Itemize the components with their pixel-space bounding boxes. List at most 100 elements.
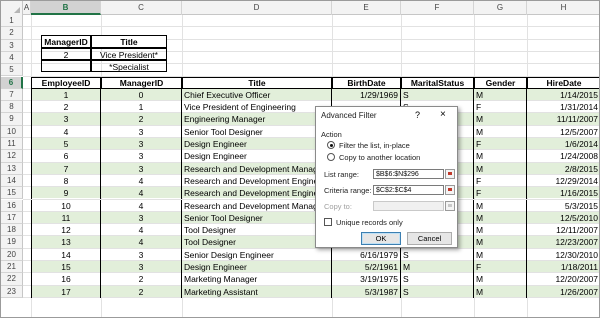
row-header-10[interactable]: 10 <box>1 125 23 138</box>
help-icon[interactable]: ? <box>415 110 420 120</box>
table-cell[interactable]: M <box>401 261 474 274</box>
column-header-C[interactable]: C <box>101 1 182 15</box>
table-cell[interactable]: 4 <box>101 199 182 212</box>
table-cell[interactable]: 12/20/2007 <box>527 273 599 285</box>
column-header-E[interactable]: E <box>332 1 401 15</box>
criteria-cell-title-2[interactable]: *Specialist <box>91 60 167 72</box>
row-header-4[interactable]: 4 <box>1 51 23 65</box>
table-cell[interactable]: 12/30/2010 <box>527 249 599 261</box>
select-all-corner[interactable] <box>1 1 23 15</box>
table-cell[interactable]: 1/24/2008 <box>527 150 599 162</box>
copy-to-location-label[interactable]: Copy to another location <box>339 153 420 162</box>
table-cell[interactable]: 1/14/2015 <box>527 89 599 101</box>
criteria-header-managerid[interactable]: ManagerID <box>41 35 91 48</box>
table-cell[interactable]: 1/16/2015 <box>527 187 599 199</box>
table-header-cell[interactable]: HireDate <box>527 76 599 89</box>
table-cell[interactable]: 16 <box>31 273 101 286</box>
row-header-12[interactable]: 12 <box>1 150 23 163</box>
table-cell[interactable]: 3/19/1975 <box>332 273 401 286</box>
row-header-23[interactable]: 23 <box>1 285 23 298</box>
table-cell[interactable]: 2 <box>101 285 182 298</box>
table-cell[interactable]: Senior Design Engineer <box>182 248 332 261</box>
table-cell[interactable]: M <box>474 248 527 261</box>
criteria-cell-managerid[interactable]: 2 <box>41 48 91 60</box>
table-cell[interactable]: M <box>474 125 527 138</box>
table-cell[interactable]: S <box>401 285 474 298</box>
table-cell[interactable]: Research and Development Manag <box>182 199 332 212</box>
row-header-9[interactable]: 9 <box>1 113 23 126</box>
row-header-14[interactable]: 14 <box>1 174 23 188</box>
table-cell[interactable]: S <box>401 88 474 102</box>
row-header-19[interactable]: 19 <box>1 236 23 249</box>
table-cell[interactable]: 14 <box>31 248 101 261</box>
column-header-H[interactable]: H <box>527 1 599 15</box>
table-cell[interactable]: 12/23/2007 <box>527 236 599 248</box>
criteria-range-collapse-icon[interactable] <box>445 185 455 195</box>
table-cell[interactable]: 1 <box>31 88 101 102</box>
table-cell[interactable]: Tool Designer <box>182 224 332 237</box>
table-cell[interactable]: 3 <box>101 248 182 261</box>
radio-filter-in-place[interactable] <box>327 141 335 149</box>
table-cell[interactable]: M <box>474 273 527 286</box>
row-header-21[interactable]: 21 <box>1 261 23 274</box>
table-cell[interactable]: 11 <box>31 211 101 225</box>
table-cell[interactable]: 4 <box>101 174 182 188</box>
table-cell[interactable]: 2 <box>101 113 182 126</box>
table-header-cell[interactable]: ManagerID <box>101 76 182 89</box>
table-cell[interactable]: 3 <box>31 113 101 126</box>
table-cell[interactable]: 3 <box>101 150 182 163</box>
table-cell[interactable]: 5/3/1987 <box>332 285 401 298</box>
table-cell[interactable]: 5 <box>31 138 101 151</box>
table-cell[interactable]: F <box>474 261 527 274</box>
table-cell[interactable]: 1/6/2014 <box>527 138 599 150</box>
table-cell[interactable]: 5/2/1961 <box>332 261 401 274</box>
row-header-13[interactable]: 13 <box>1 162 23 175</box>
table-cell[interactable]: Tool Designer <box>182 236 332 249</box>
column-header-D[interactable]: D <box>182 1 332 15</box>
unique-records-label[interactable]: Unique records only <box>336 218 403 227</box>
row-header-11[interactable]: 11 <box>1 138 23 151</box>
table-cell[interactable]: 1/29/1969 <box>332 88 401 102</box>
row-header-8[interactable]: 8 <box>1 101 23 114</box>
cancel-button[interactable]: Cancel <box>407 232 452 245</box>
list-range-input[interactable]: $B$6:$N$296 <box>373 169 444 179</box>
table-cell[interactable]: M <box>474 211 527 225</box>
table-cell[interactable]: 9 <box>31 187 101 200</box>
ok-button[interactable]: OK <box>361 232 401 245</box>
table-header-cell[interactable]: EmployeeID <box>31 76 101 89</box>
filter-in-place-label[interactable]: Filter the list, in-place <box>339 141 410 150</box>
table-cell[interactable]: 12/11/2007 <box>527 224 599 236</box>
unique-records-checkbox[interactable] <box>324 218 332 226</box>
table-cell[interactable]: Design Engineer <box>182 150 332 163</box>
row-header-16[interactable]: 16 <box>1 199 23 212</box>
table-cell[interactable]: Research and Development Manag <box>182 162 332 175</box>
table-cell[interactable]: 6 <box>31 150 101 163</box>
table-cell[interactable]: F <box>474 187 527 200</box>
row-header-15[interactable]: 15 <box>1 187 23 200</box>
row-header-5[interactable]: 5 <box>1 64 23 77</box>
table-cell[interactable]: 17 <box>31 285 101 298</box>
copy-to-collapse-icon[interactable] <box>445 201 455 211</box>
table-cell[interactable]: M <box>474 199 527 212</box>
table-cell[interactable]: 3 <box>101 138 182 151</box>
table-cell[interactable]: F <box>474 101 527 114</box>
table-cell[interactable]: Design Engineer <box>182 138 332 151</box>
table-cell[interactable]: 4 <box>31 125 101 138</box>
table-cell[interactable]: Marketing Assistant <box>182 285 332 298</box>
table-cell[interactable]: 15 <box>31 261 101 274</box>
criteria-range-input[interactable]: $C$2:$C$4 <box>373 185 444 195</box>
row-header-1[interactable]: 1 <box>1 15 23 28</box>
table-cell[interactable]: 1/31/2014 <box>527 101 599 113</box>
table-cell[interactable]: 3 <box>101 162 182 175</box>
table-cell[interactable]: Research and Development Engine <box>182 174 332 188</box>
table-header-cell[interactable]: Gender <box>474 76 527 89</box>
table-cell[interactable]: 2 <box>101 273 182 286</box>
table-header-cell[interactable]: MaritalStatus <box>401 76 474 89</box>
table-cell[interactable]: 3 <box>101 125 182 138</box>
table-cell[interactable]: 2/8/2015 <box>527 163 599 175</box>
table-cell[interactable]: Research and Development Engine <box>182 187 332 200</box>
row-header-3[interactable]: 3 <box>1 39 23 52</box>
row-header-18[interactable]: 18 <box>1 224 23 237</box>
copy-to-input[interactable] <box>373 201 444 211</box>
table-cell[interactable]: Design Engineer <box>182 261 332 274</box>
